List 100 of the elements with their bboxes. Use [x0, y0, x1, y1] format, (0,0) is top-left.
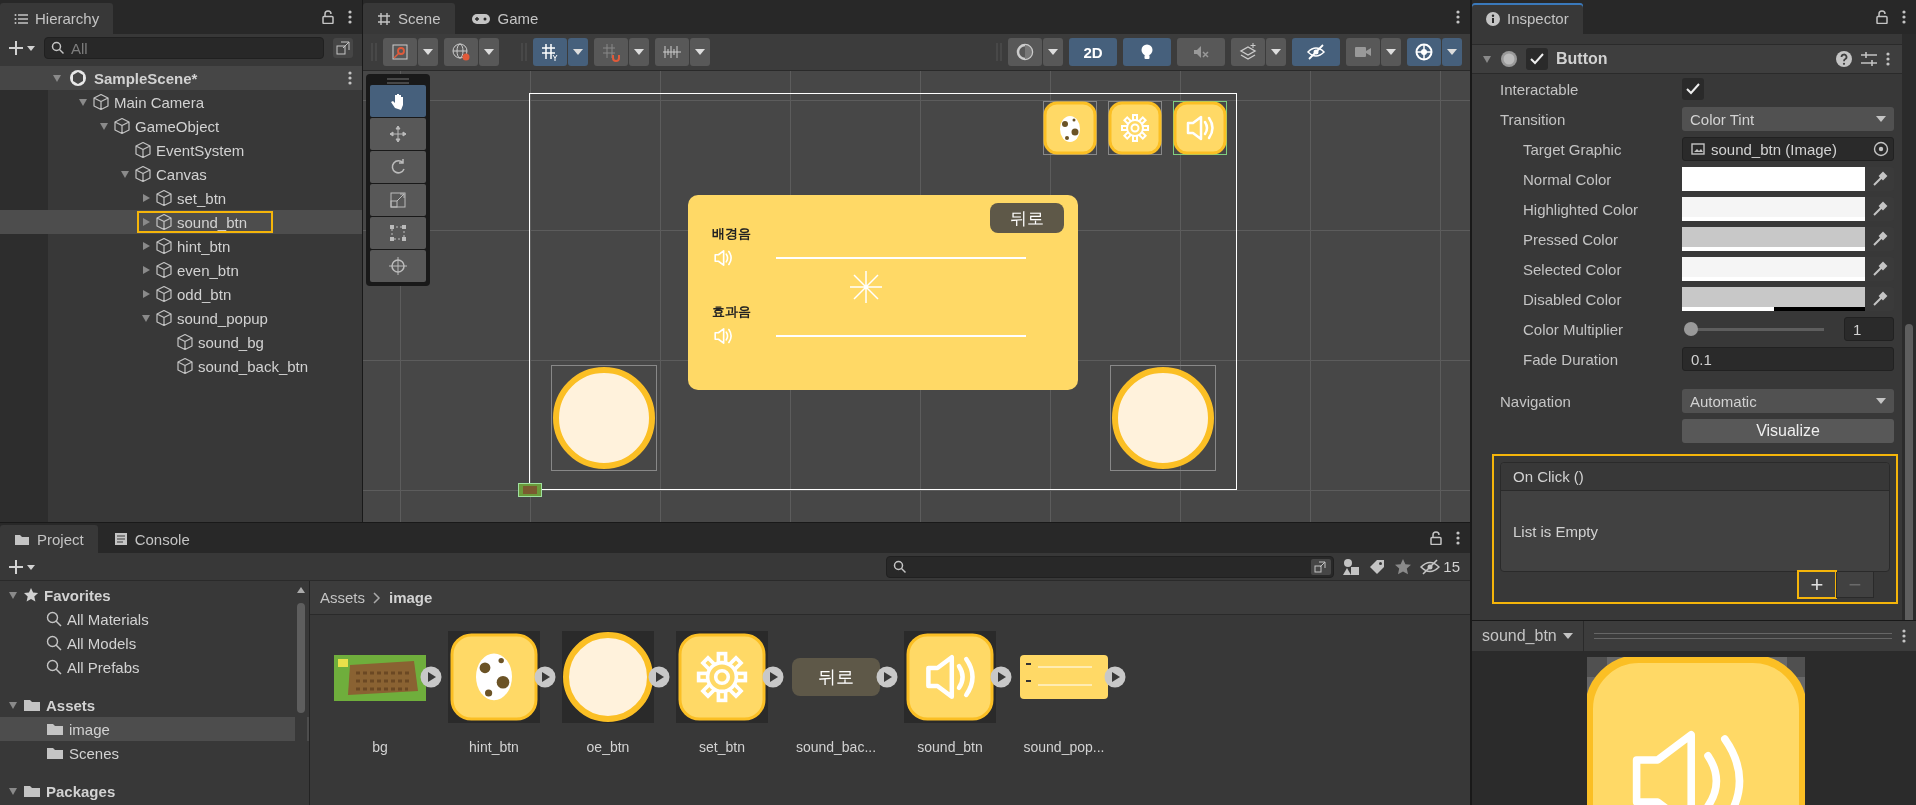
dropdown[interactable]: Color Tint: [1682, 107, 1894, 131]
egg-thumbnail[interactable]: [448, 631, 540, 723]
lock-icon[interactable]: [322, 10, 334, 24]
checkbox[interactable]: [1526, 48, 1548, 70]
effects-button[interactable]: [1231, 38, 1265, 66]
dropdown-button[interactable]: [690, 38, 710, 66]
tree-item[interactable]: set_btn: [0, 186, 362, 210]
dropdown-button[interactable]: [568, 38, 588, 66]
caret-icon[interactable]: [8, 700, 18, 710]
panel-tab[interactable]: Console: [99, 525, 204, 553]
type-filter-icon[interactable]: [1342, 557, 1361, 576]
shading-button[interactable]: [1008, 38, 1042, 66]
gizmos-button[interactable]: [1407, 38, 1441, 66]
tree-item[interactable]: Favorites: [0, 583, 309, 607]
caret-icon[interactable]: [141, 241, 151, 251]
eyedropper-icon[interactable]: [1871, 171, 1888, 187]
more-icon[interactable]: [1886, 52, 1890, 66]
circle-thumbnail[interactable]: [562, 631, 654, 723]
back-button-thumbnail[interactable]: 뒤로: [790, 631, 882, 723]
tree-item[interactable]: image: [0, 717, 309, 741]
speaker-thumbnail[interactable]: [904, 631, 996, 723]
expand-button[interactable]: [990, 666, 1012, 688]
number-field[interactable]: 0.1: [1682, 347, 1894, 371]
more-icon[interactable]: [1456, 531, 1460, 545]
tree-item[interactable]: Scenes: [0, 741, 309, 765]
color-swatch[interactable]: [1682, 287, 1865, 311]
object-field[interactable]: sound_btn (Image): [1682, 137, 1894, 161]
dropdown-button[interactable]: [418, 38, 438, 66]
caret-icon[interactable]: [99, 121, 109, 131]
color-swatch[interactable]: [1682, 227, 1865, 251]
caret-icon[interactable]: [1876, 398, 1886, 404]
help-icon[interactable]: [1836, 51, 1852, 67]
create-menu-icon[interactable]: [8, 40, 36, 56]
hidden-button[interactable]: [1292, 38, 1340, 66]
color-swatch[interactable]: [1682, 257, 1865, 281]
dropdown-button[interactable]: [1043, 38, 1063, 66]
tree-item[interactable]: Main Camera: [0, 90, 362, 114]
tree-item[interactable]: GameObject: [0, 114, 362, 138]
color-swatch[interactable]: [1682, 197, 1865, 221]
tree-item[interactable]: sound_back_btn: [0, 354, 362, 378]
caret-icon[interactable]: [8, 786, 18, 796]
caret-icon[interactable]: [1562, 633, 1573, 639]
scene-item[interactable]: SampleScene*: [0, 66, 362, 90]
dropdown-button[interactable]: [1442, 38, 1462, 66]
number-field[interactable]: 1: [1844, 317, 1894, 341]
scene-visibility-icon[interactable]: [332, 37, 354, 59]
tree-item[interactable]: All Prefabs: [0, 655, 309, 679]
dropdown-button[interactable]: [1266, 38, 1286, 66]
add-button[interactable]: +: [1798, 572, 1836, 598]
dropdown-button[interactable]: [1381, 38, 1401, 66]
expand-button[interactable]: [762, 666, 784, 688]
eyedropper-icon[interactable]: [1871, 201, 1888, 217]
dropdown[interactable]: Automatic: [1682, 389, 1894, 413]
more-icon[interactable]: [348, 71, 352, 85]
tree-item[interactable]: Assets: [0, 693, 309, 717]
eyedropper-icon[interactable]: [1871, 261, 1888, 277]
rotate-tool[interactable]: [370, 151, 426, 183]
more-icon[interactable]: [1902, 629, 1906, 643]
scene-tab[interactable]: Game: [456, 3, 553, 34]
tree-item[interactable]: sound_btn: [0, 210, 362, 234]
panel-tab[interactable]: Inspector: [1472, 3, 1583, 34]
label-filter-icon[interactable]: [1368, 557, 1387, 576]
tree-item[interactable]: Canvas: [0, 162, 362, 186]
create-menu-icon[interactable]: [8, 558, 36, 575]
scene-tab[interactable]: Scene: [363, 3, 455, 34]
tree-item[interactable]: All Materials: [0, 607, 309, 631]
tree-item[interactable]: sound_popup: [0, 306, 362, 330]
rect-tool[interactable]: [370, 217, 426, 249]
caret-icon[interactable]: [141, 289, 151, 299]
camera-button[interactable]: [1346, 38, 1380, 66]
audio-button[interactable]: [1177, 38, 1225, 66]
search-field[interactable]: [886, 555, 1335, 578]
tree-item[interactable]: odd_btn: [0, 282, 362, 306]
slider-thumb[interactable]: [1684, 322, 1698, 336]
lock-icon[interactable]: [1876, 10, 1888, 24]
dropdown-button[interactable]: [629, 38, 649, 66]
visualize-button[interactable]: Visualize: [1682, 419, 1894, 443]
caret-icon[interactable]: [78, 97, 88, 107]
mode-button[interactable]: 2D: [1069, 38, 1117, 66]
caret-icon[interactable]: [141, 265, 151, 275]
scrollbar[interactable]: [1902, 34, 1916, 620]
expand-button[interactable]: [876, 666, 898, 688]
tree-item[interactable]: hint_btn: [0, 234, 362, 258]
tree-item[interactable]: sound_bg: [0, 330, 362, 354]
lock-icon[interactable]: [1430, 531, 1442, 545]
panel-tab[interactable]: Hierarchy: [0, 3, 114, 34]
gear-thumbnail[interactable]: [676, 631, 768, 723]
move-tool[interactable]: [370, 118, 426, 150]
caret-icon[interactable]: [1482, 54, 1492, 64]
expand-button[interactable]: [1104, 666, 1126, 688]
checkbox[interactable]: [1682, 78, 1704, 100]
hand-tool[interactable]: [370, 85, 426, 117]
caret-icon[interactable]: [8, 590, 18, 600]
expand-button[interactable]: [420, 666, 442, 688]
color-swatch[interactable]: [1682, 167, 1865, 191]
eyedropper-icon[interactable]: [1871, 291, 1888, 307]
caret-icon[interactable]: [1876, 116, 1886, 122]
more-icon[interactable]: [1456, 10, 1460, 24]
presets-icon[interactable]: [1860, 51, 1878, 67]
caret-icon[interactable]: [141, 193, 151, 203]
